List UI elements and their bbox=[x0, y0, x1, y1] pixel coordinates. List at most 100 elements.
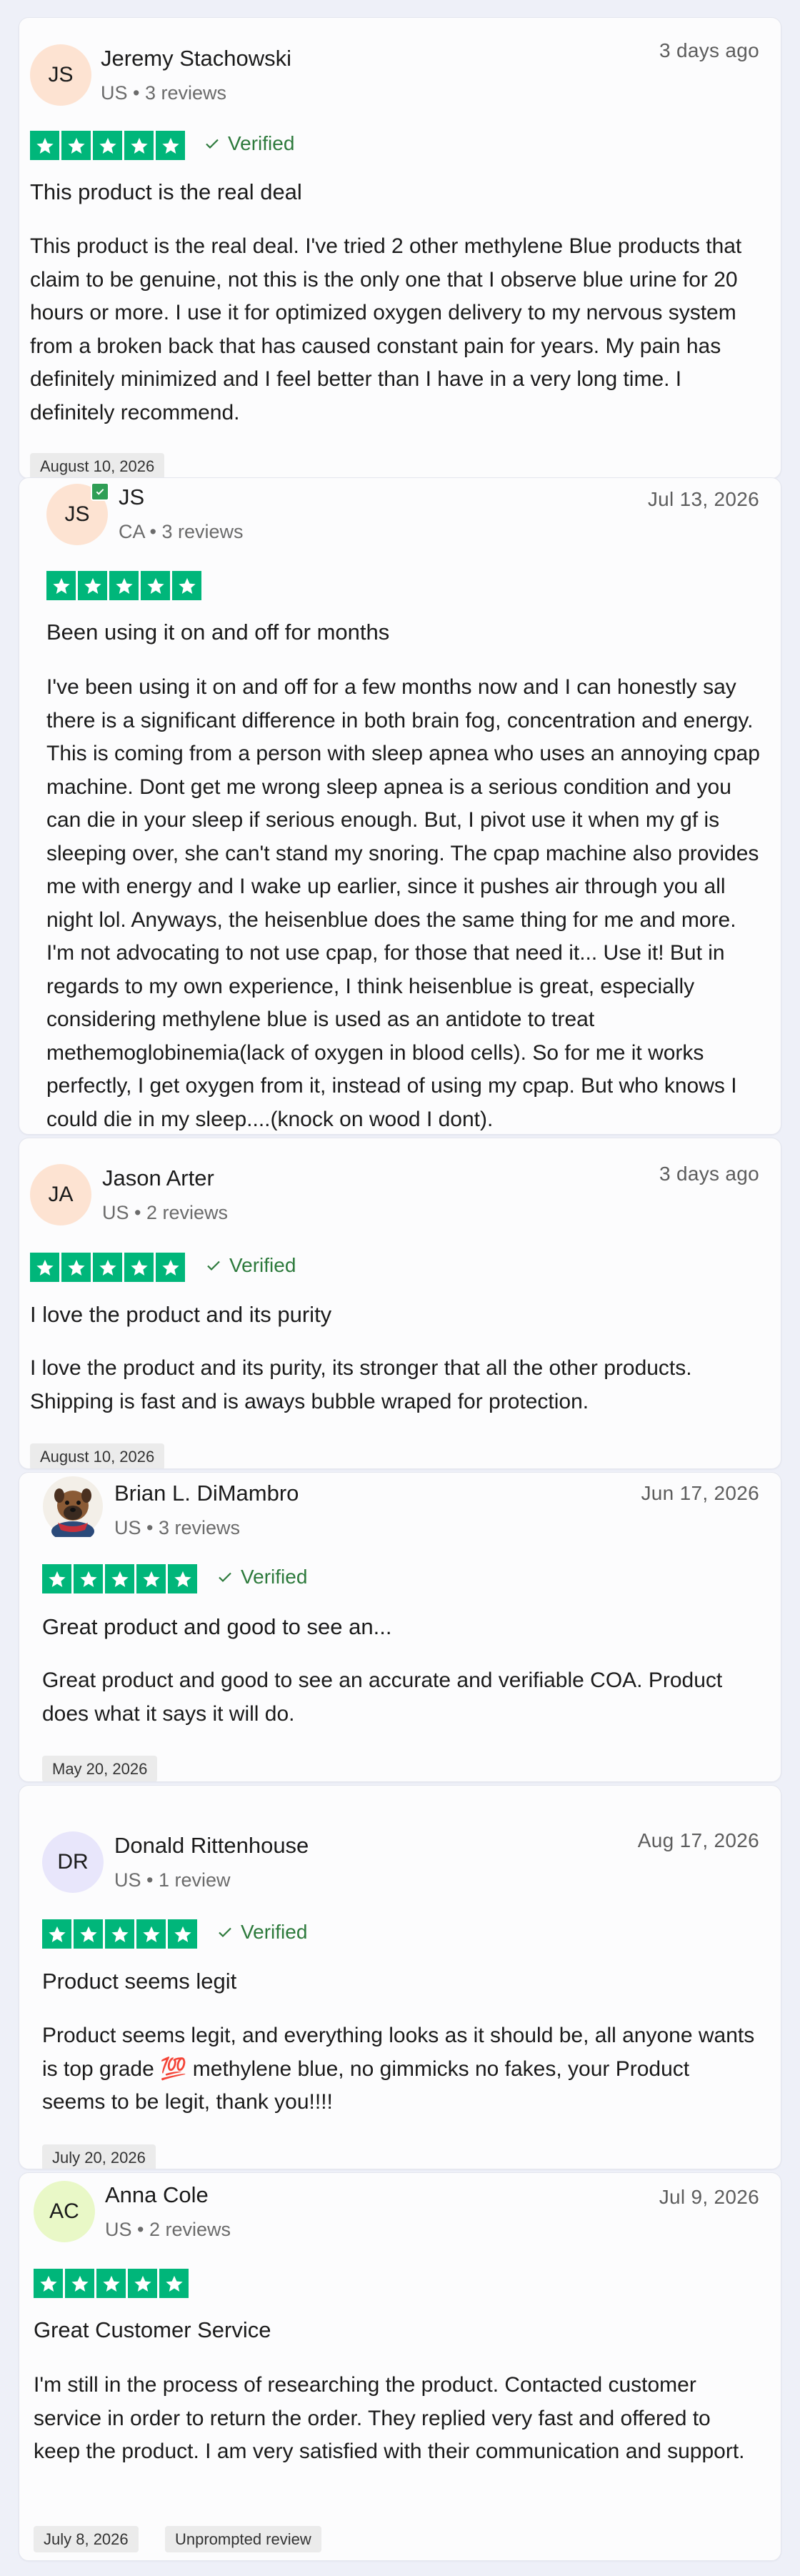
star-icon bbox=[74, 1564, 103, 1593]
star-icon bbox=[136, 1919, 166, 1949]
star-icon bbox=[168, 1919, 197, 1949]
reviewer-name[interactable]: Donald Rittenhouse bbox=[114, 1833, 309, 1859]
review-card: AC Anna Cole US • 2 reviews Jul 9, 2026 … bbox=[19, 2172, 781, 2561]
reviewer-name[interactable]: Anna Cole bbox=[105, 2182, 209, 2208]
review-card: JS Jeremy Stachowski US • 3 reviews 3 da… bbox=[19, 17, 781, 479]
star-rating bbox=[42, 1919, 197, 1949]
star-rating bbox=[30, 131, 185, 160]
experience-date: August 10, 2026 bbox=[30, 1443, 165, 1468]
star-rating bbox=[46, 571, 201, 600]
verified-label: Verified bbox=[241, 1566, 308, 1588]
star-icon bbox=[105, 1919, 134, 1949]
verified-badge[interactable]: Verified bbox=[204, 132, 294, 155]
star-icon bbox=[65, 2269, 94, 2298]
review-date: Aug 17, 2026 bbox=[637, 1829, 759, 1851]
check-icon bbox=[219, 1572, 231, 1583]
experience-date: July 20, 2026 bbox=[42, 2144, 156, 2169]
review-title[interactable]: I love the product and its purity bbox=[30, 1302, 331, 1328]
avatar-initials: JA bbox=[48, 1183, 74, 1206]
star-icon bbox=[136, 1564, 166, 1593]
review-body: This product is the real deal. I've trie… bbox=[30, 234, 742, 424]
review-body: Product seems legit, and everything look… bbox=[42, 2024, 755, 2114]
review-body: Great product and good to see an accurat… bbox=[42, 1669, 723, 1726]
review-title[interactable]: Great product and good to see an... bbox=[42, 1614, 391, 1640]
verified-label: Verified bbox=[241, 1921, 308, 1943]
review-card: Brian L. DiMambro US • 3 reviews Jun 17,… bbox=[19, 1472, 781, 1782]
review-title[interactable]: This product is the real deal bbox=[30, 179, 302, 205]
unprompted-review-tag: Unprompted review bbox=[165, 2526, 321, 2552]
reviewer-meta: US • 3 reviews bbox=[114, 1517, 241, 1538]
avatar[interactable]: JS bbox=[30, 44, 91, 106]
star-icon bbox=[61, 1253, 91, 1282]
verified-badge[interactable]: Verified bbox=[205, 1254, 296, 1277]
review-date: 3 days ago bbox=[659, 39, 759, 61]
avatar[interactable]: JS bbox=[46, 482, 109, 545]
experience-date: August 10, 2026 bbox=[30, 453, 165, 478]
verified-label: Verified bbox=[229, 1254, 296, 1276]
star-icon bbox=[124, 1253, 154, 1282]
star-icon bbox=[74, 1919, 103, 1949]
reviewer-name[interactable]: Jeremy Stachowski bbox=[101, 46, 291, 71]
star-icon bbox=[168, 1564, 197, 1593]
review-card: DR Donald Rittenhouse US • 1 review Aug … bbox=[19, 1785, 781, 2169]
star-icon bbox=[34, 2269, 63, 2298]
star-icon bbox=[109, 571, 139, 600]
avatar[interactable]: DR bbox=[42, 1831, 104, 1893]
star-icon bbox=[30, 131, 59, 160]
avatar[interactable]: JA bbox=[30, 1164, 91, 1225]
star-icon bbox=[30, 1253, 59, 1282]
star-icon bbox=[96, 2269, 126, 2298]
reviewer-name[interactable]: Jason Arter bbox=[102, 1165, 214, 1191]
star-icon bbox=[61, 131, 91, 160]
reviewer-meta: US • 1 review bbox=[114, 1869, 231, 1891]
review-title[interactable]: Great Customer Service bbox=[34, 2317, 271, 2343]
reviewer-name[interactable]: Brian L. DiMambro bbox=[114, 1481, 299, 1506]
review-date: Jul 13, 2026 bbox=[647, 488, 759, 510]
star-rating bbox=[30, 1253, 185, 1282]
check-icon bbox=[219, 1927, 231, 1938]
reviewer-meta: US • 3 reviews bbox=[101, 82, 227, 104]
review-date: Jun 17, 2026 bbox=[641, 1482, 759, 1504]
star-rating bbox=[42, 1564, 197, 1593]
reviewer-meta: US • 2 reviews bbox=[105, 2219, 231, 2240]
review-card: JS JS CA • 3 reviews Jul 13, 2026 Been u… bbox=[19, 477, 781, 1135]
star-icon bbox=[156, 1253, 185, 1282]
avatar-initials: JS bbox=[48, 63, 74, 86]
avatar-initials: JS bbox=[64, 502, 90, 526]
avatar-initials: DR bbox=[57, 1850, 89, 1874]
review-body: I love the product and its purity, its s… bbox=[30, 1356, 692, 1413]
check-icon bbox=[207, 1260, 220, 1271]
verified-badge[interactable]: Verified bbox=[216, 1566, 307, 1588]
check-icon bbox=[206, 139, 219, 149]
avatar-image bbox=[43, 1476, 103, 1537]
avatar[interactable]: AC bbox=[34, 2181, 95, 2242]
star-icon bbox=[42, 1919, 71, 1949]
review-date: 3 days ago bbox=[659, 1163, 759, 1185]
review-date: Jul 9, 2026 bbox=[659, 2186, 759, 2208]
star-icon bbox=[128, 2269, 157, 2298]
review-body: I'm still in the process of researching … bbox=[34, 2373, 745, 2463]
star-icon bbox=[105, 1564, 134, 1593]
reviewer-name[interactable]: JS bbox=[119, 484, 144, 510]
star-icon bbox=[159, 2269, 189, 2298]
avatar-initials: AC bbox=[49, 2199, 79, 2223]
star-icon bbox=[124, 131, 154, 160]
avatar[interactable] bbox=[42, 1476, 104, 1537]
verified-label: Verified bbox=[228, 132, 295, 154]
verified-badge[interactable]: Verified bbox=[216, 1921, 307, 1944]
star-icon bbox=[156, 131, 185, 160]
review-title[interactable]: Product seems legit bbox=[42, 1969, 236, 1994]
verified-check-icon bbox=[91, 482, 109, 501]
star-icon bbox=[46, 571, 76, 600]
star-rating bbox=[34, 2269, 189, 2298]
star-icon bbox=[141, 571, 170, 600]
star-icon bbox=[172, 571, 201, 600]
star-icon bbox=[93, 131, 122, 160]
review-title[interactable]: Been using it on and off for months bbox=[46, 620, 389, 645]
experience-date: May 20, 2026 bbox=[42, 1756, 158, 1781]
review-card: JA Jason Arter US • 2 reviews 3 days ago… bbox=[19, 1138, 781, 1469]
star-icon bbox=[42, 1564, 71, 1593]
star-icon bbox=[93, 1253, 122, 1282]
reviewer-meta: CA • 3 reviews bbox=[119, 521, 244, 542]
star-icon bbox=[78, 571, 107, 600]
